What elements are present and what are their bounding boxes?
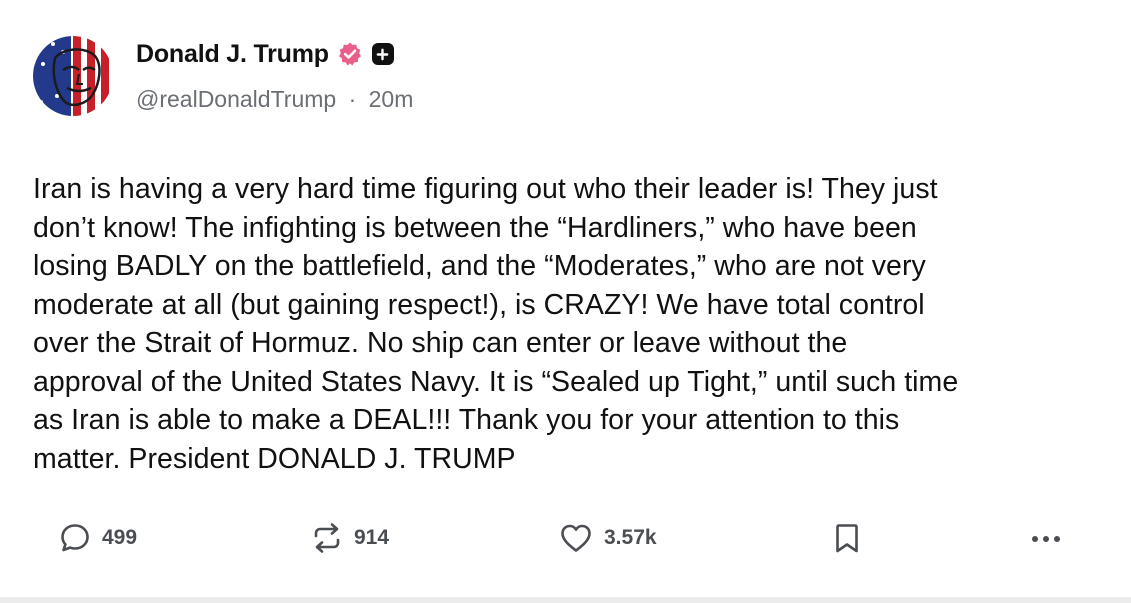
card-divider bbox=[0, 597, 1131, 603]
reply-count: 499 bbox=[102, 526, 138, 549]
bookmark-icon bbox=[836, 524, 858, 553]
author-handle-row: @realDonaldTrump · 20m bbox=[136, 86, 413, 113]
post-text-line: as Iran is able to make a DEAL!!! Thank … bbox=[33, 404, 900, 436]
avatar[interactable] bbox=[33, 36, 113, 116]
plus-badge-icon bbox=[371, 43, 394, 65]
post-text-line: approval of the United States Navy. It i… bbox=[33, 365, 959, 398]
post-text-line: Iran is having a very hard time figuring… bbox=[33, 173, 938, 205]
heart-icon bbox=[561, 524, 591, 552]
post-body: Iran is having a very hard time figuring… bbox=[33, 170, 1113, 478]
author-display-name[interactable]: Donald J. Trump bbox=[136, 40, 329, 69]
more-options-button[interactable] bbox=[1028, 513, 1064, 563]
reply-button[interactable]: 499 bbox=[58, 513, 137, 563]
author-name-row: Donald J. Trump bbox=[136, 38, 394, 70]
comment-icon bbox=[61, 524, 89, 552]
author-handle[interactable]: @realDonaldTrump bbox=[136, 86, 336, 112]
post-text-line: over the Strait of Hormuz. No ship can e… bbox=[33, 327, 848, 359]
verified-badge-icon bbox=[337, 41, 363, 67]
more-options-icon bbox=[1032, 536, 1060, 542]
post-action-bar: 499 914 3.57k bbox=[0, 513, 1131, 563]
post-text-line: don’t know! The infighting is between th… bbox=[33, 211, 917, 244]
meta-separator: · bbox=[348, 86, 357, 112]
post-timestamp[interactable]: 20m bbox=[369, 86, 414, 112]
repost-count: 914 bbox=[354, 526, 390, 549]
like-button[interactable]: 3.57k bbox=[558, 513, 657, 563]
post-text-line: losing BADLY on the battlefield, and the… bbox=[33, 250, 926, 282]
post-card: Donald J. Trump @realDonaldTrump · 20m I… bbox=[0, 0, 1131, 603]
post-text-line: matter. President DONALD J. TRUMP bbox=[33, 442, 516, 475]
repost-button[interactable]: 914 bbox=[310, 513, 389, 563]
flag-portrait-icon bbox=[33, 36, 113, 116]
like-count: 3.57k bbox=[604, 526, 657, 549]
bookmark-button[interactable] bbox=[832, 513, 862, 563]
repost-icon bbox=[314, 523, 340, 553]
post-text-line: moderate at all (but gaining respect!), … bbox=[33, 288, 925, 321]
